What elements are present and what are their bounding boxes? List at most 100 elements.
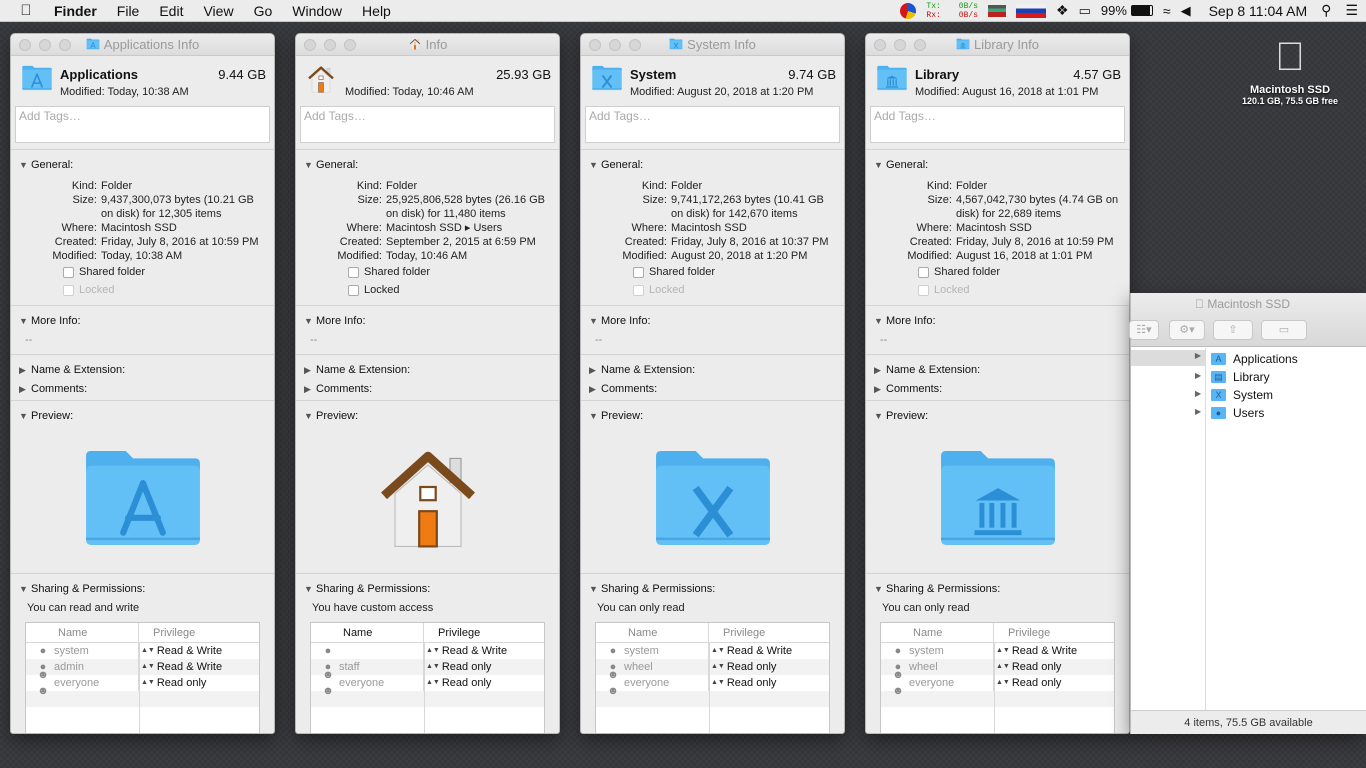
sharing-header[interactable]: ▼ Sharing & Permissions:: [866, 582, 1129, 596]
name-column-header[interactable]: Name: [311, 623, 424, 642]
minimize-button[interactable]: [894, 39, 906, 51]
view-mode-button[interactable]: ☷▾: [1129, 320, 1159, 340]
privilege-popup[interactable]: ▲▼ Read & Write: [139, 659, 222, 675]
sharing-header[interactable]: ▼ Sharing & Permissions:: [296, 582, 559, 596]
column-browser[interactable]: ▶▶▶ A Applications ▤ Library X System ● User…: [1131, 348, 1366, 710]
permission-row[interactable]: ● staff ▲▼ Read only: [311, 659, 544, 675]
finder-toolbar[interactable]:  Macintosh SSD ☷▾ ⚙▾ ⇧ ▭: [1129, 293, 1366, 347]
volume-icon[interactable]: ◀: [1181, 3, 1191, 19]
cpu-pie-icon[interactable]: [900, 2, 917, 19]
add-tags-field[interactable]: Add Tags…: [870, 106, 1125, 143]
apple-menu-icon[interactable]: : [0, 2, 52, 19]
locked-checkbox[interactable]: Locked: [63, 281, 274, 299]
permission-row[interactable]: ☻☻ everyone ▲▼ Read only: [881, 669, 1114, 697]
menu-help[interactable]: Help: [352, 0, 401, 22]
network-rates[interactable]: 0B/s 0B/s: [959, 2, 978, 20]
minimize-button[interactable]: [609, 39, 621, 51]
more-info-header[interactable]: ▼ More Info:: [866, 314, 1129, 328]
zoom-button[interactable]: [344, 39, 356, 51]
privilege-column-header[interactable]: Privilege: [709, 623, 765, 642]
menu-view[interactable]: View: [193, 0, 243, 22]
close-button[interactable]: [589, 39, 601, 51]
locked-checkbox[interactable]: Locked: [348, 281, 559, 299]
add-tags-field[interactable]: Add Tags…: [300, 106, 555, 143]
general-header[interactable]: ▼ General:: [296, 158, 559, 172]
add-tags-field[interactable]: Add Tags…: [585, 106, 840, 143]
comments-header[interactable]: ▶ Comments:: [11, 382, 274, 396]
permission-row[interactable]: ☻☻ everyone ▲▼ Read only: [596, 669, 829, 697]
permission-row[interactable]: ☻☻ everyone ▲▼ Read only: [311, 669, 544, 697]
permissions-table[interactable]: Name Privilege ● system ▲▼ Read & Write ● whe…: [595, 622, 830, 733]
permission-row[interactable]: ☻☻ everyone ▲▼ Read only: [26, 669, 259, 697]
permission-row[interactable]: ● ▲▼ Read & Write: [311, 643, 544, 659]
notification-center-icon[interactable]: ☰: [1345, 2, 1358, 19]
permission-row[interactable]: ● wheel ▲▼ Read only: [881, 659, 1114, 675]
finder-item-library[interactable]: ▤ Library: [1211, 368, 1298, 386]
preview-header[interactable]: ▼ Preview:: [11, 409, 274, 423]
privilege-column-header[interactable]: Privilege: [994, 623, 1050, 642]
locked-checkbox[interactable]: Locked: [633, 281, 844, 299]
permissions-table[interactable]: Name Privilege ● ▲▼ Read & Write ● staff ▲▼ Re…: [310, 622, 545, 733]
close-button[interactable]: [304, 39, 316, 51]
close-button[interactable]: [19, 39, 31, 51]
privilege-popup[interactable]: ▲▼ Read only: [709, 675, 776, 691]
privilege-column-header[interactable]: Privilege: [424, 623, 480, 642]
minimize-button[interactable]: [39, 39, 51, 51]
privilege-popup[interactable]: ▲▼ Read & Write: [709, 643, 792, 659]
privilege-popup[interactable]: ▲▼ Read only: [709, 659, 776, 675]
more-info-header[interactable]: ▼ More Info:: [296, 314, 559, 328]
preview-header[interactable]: ▼ Preview:: [866, 409, 1129, 423]
airplay-icon[interactable]: ▭: [1079, 3, 1091, 19]
name-extension-header[interactable]: ▶ Name & Extension:: [866, 363, 1129, 377]
privilege-popup[interactable]: ▲▼ Read only: [994, 659, 1061, 675]
privilege-popup[interactable]: ▲▼ Read only: [994, 675, 1061, 691]
menu-file[interactable]: File: [107, 0, 150, 22]
comments-header[interactable]: ▶ Comments:: [866, 382, 1129, 396]
general-header[interactable]: ▼ General:: [11, 158, 274, 172]
preview-header[interactable]: ▼ Preview:: [581, 409, 844, 423]
more-info-header[interactable]: ▼ More Info:: [11, 314, 274, 328]
permissions-table[interactable]: Name Privilege ● system ▲▼ Read & Write ● adm…: [25, 622, 260, 733]
shared-folder-checkbox[interactable]: Shared folder: [633, 263, 844, 281]
privilege-popup[interactable]: ▲▼ Read & Write: [424, 643, 507, 659]
name-column-header[interactable]: Name: [881, 623, 994, 642]
more-info-header[interactable]: ▼ More Info:: [581, 314, 844, 328]
permission-row[interactable]: ● system ▲▼ Read & Write: [26, 643, 259, 659]
permission-row[interactable]: ● system ▲▼ Read & Write: [881, 643, 1114, 659]
wifi-icon[interactable]: ≈: [1163, 3, 1171, 19]
shared-folder-checkbox[interactable]: Shared folder: [918, 263, 1129, 281]
privilege-popup[interactable]: ▲▼ Read only: [424, 659, 491, 675]
privilege-popup[interactable]: ▲▼ Read & Write: [994, 643, 1077, 659]
name-column-header[interactable]: Name: [596, 623, 709, 642]
finder-item-system[interactable]: X System: [1211, 386, 1298, 404]
finder-item-users[interactable]: ● Users: [1211, 404, 1298, 422]
menu-window[interactable]: Window: [282, 0, 352, 22]
share-button[interactable]: ⇧: [1213, 320, 1253, 340]
locked-checkbox[interactable]: Locked: [918, 281, 1129, 299]
minimize-button[interactable]: [324, 39, 336, 51]
privilege-popup[interactable]: ▲▼ Read only: [424, 675, 491, 691]
privilege-popup[interactable]: ▲▼ Read & Write: [139, 643, 222, 659]
preview-header[interactable]: ▼ Preview:: [296, 409, 559, 423]
title-bar[interactable]: Applications Info: [11, 34, 274, 56]
sharing-header[interactable]: ▼ Sharing & Permissions:: [11, 582, 274, 596]
comments-header[interactable]: ▶ Comments:: [296, 382, 559, 396]
battery-percent[interactable]: 99%: [1101, 3, 1127, 18]
tags-button[interactable]: ▭: [1261, 320, 1307, 340]
memory-meter-icon[interactable]: [988, 4, 1006, 17]
menu-edit[interactable]: Edit: [149, 0, 193, 22]
permission-row[interactable]: ● admin ▲▼ Read & Write: [26, 659, 259, 675]
title-bar[interactable]: Library Info: [866, 34, 1129, 56]
desktop-drive[interactable]:  Macintosh SSD 120.1 GB, 75.5 GB free: [1230, 30, 1350, 106]
name-extension-header[interactable]: ▶ Name & Extension:: [581, 363, 844, 377]
permissions-table[interactable]: Name Privilege ● system ▲▼ Read & Write ● whe…: [880, 622, 1115, 733]
zoom-button[interactable]: [914, 39, 926, 51]
shared-folder-checkbox[interactable]: Shared folder: [63, 263, 274, 281]
zoom-button[interactable]: [629, 39, 641, 51]
menu-app-finder[interactable]: Finder: [52, 0, 107, 22]
dropbox-icon[interactable]: ❖: [1056, 2, 1069, 19]
action-menu-button[interactable]: ⚙▾: [1169, 320, 1205, 340]
finder-item-applications[interactable]: A Applications: [1211, 350, 1298, 368]
sharing-header[interactable]: ▼ Sharing & Permissions:: [581, 582, 844, 596]
title-bar[interactable]: System Info: [581, 34, 844, 56]
